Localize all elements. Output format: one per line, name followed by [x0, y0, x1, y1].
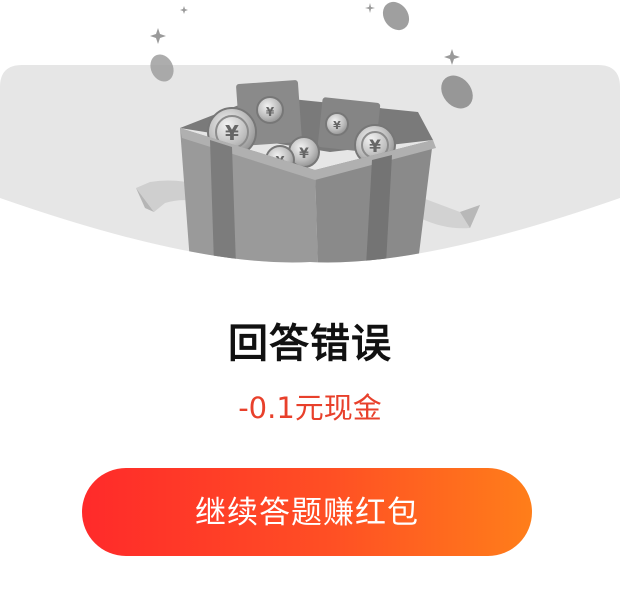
- gift-box-with-coins-icon: ¥ ¥ ¥ ¥ ¥ ¥: [0, 1, 620, 263]
- continue-answering-button[interactable]: 继续答题赚红包: [82, 468, 532, 556]
- wrong-answer-dialog: ¥ ¥ ¥ ¥ ¥ ¥ 回答错误 -0.1元现金 继续答: [0, 0, 620, 605]
- penalty-amount: -0.1元现金: [238, 391, 382, 425]
- coin-symbol: ¥: [333, 119, 341, 132]
- result-title: 回答错误: [228, 321, 392, 367]
- sparkle-icon: [150, 28, 166, 44]
- coin-symbol: ¥: [225, 121, 239, 145]
- sparkle-icon: [180, 6, 188, 14]
- floating-coin: [382, 1, 410, 31]
- sparkle-icon: [365, 3, 375, 13]
- sparkle-icon: [444, 49, 460, 65]
- coin-symbol: ¥: [266, 105, 275, 119]
- coin-symbol: ¥: [299, 146, 309, 162]
